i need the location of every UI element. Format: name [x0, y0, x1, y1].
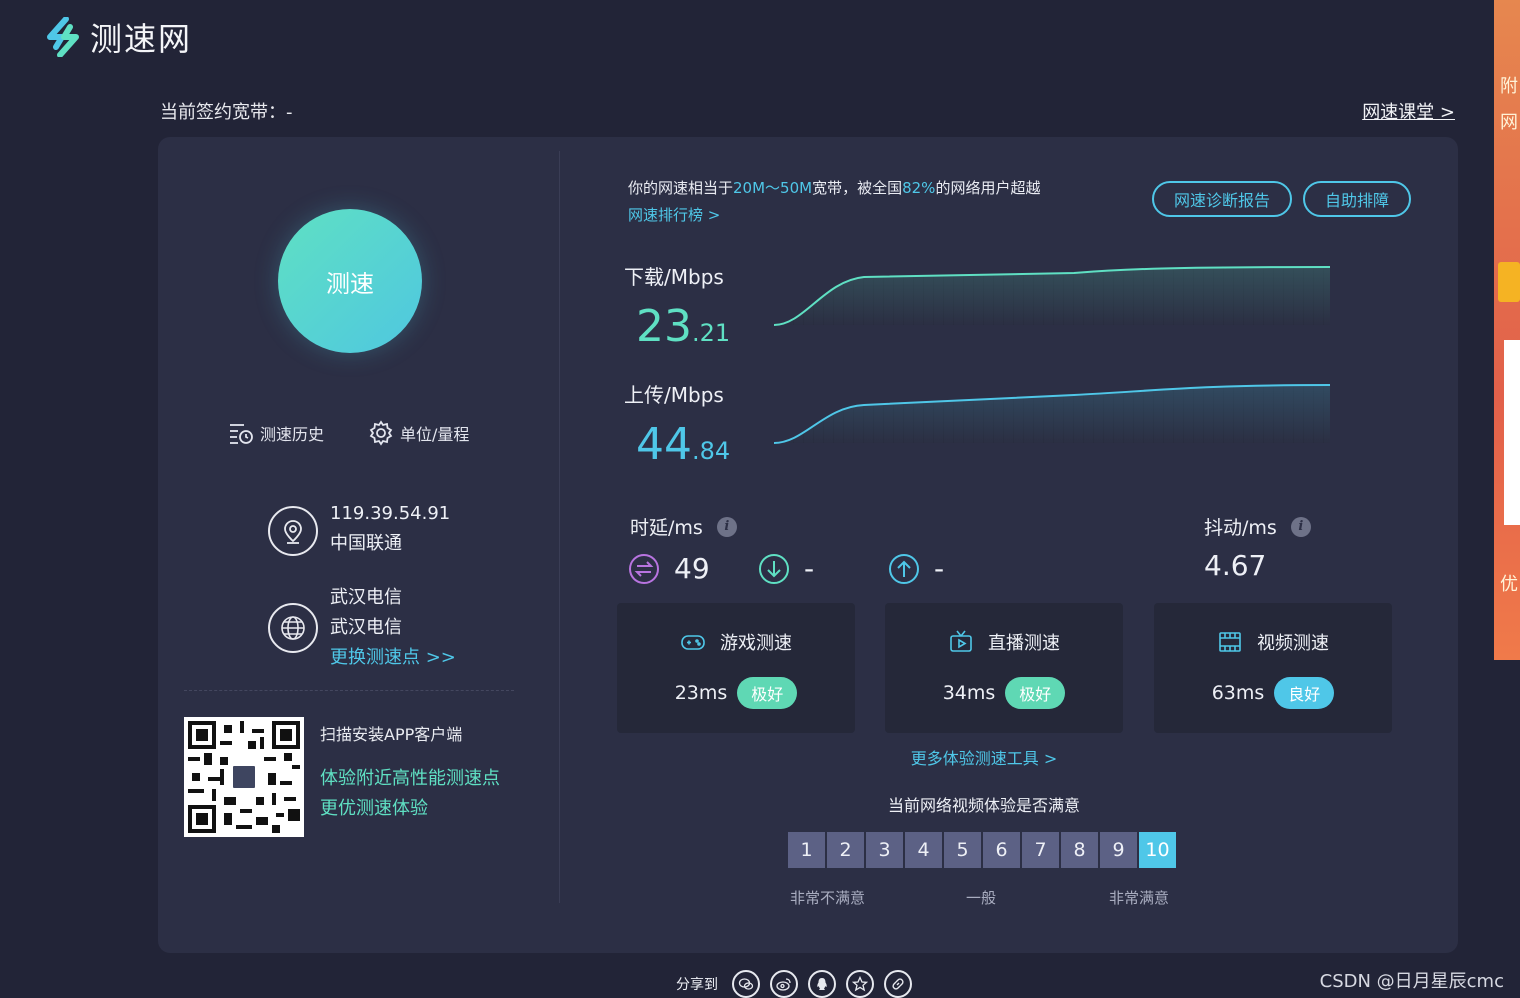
ad-card	[1504, 340, 1520, 525]
rating-option-selected[interactable]: 10	[1139, 832, 1176, 868]
change-server-link[interactable]: 更换测速点 >>	[330, 643, 456, 673]
gamepad-icon	[681, 635, 705, 650]
video-grade-badge: 良好	[1274, 677, 1335, 709]
rating-option[interactable]: 4	[905, 832, 942, 868]
video-test-title: 视频测速	[1257, 633, 1329, 654]
contract-bandwidth: 当前签约宽带：-	[160, 102, 293, 123]
qr-logo	[231, 764, 257, 790]
scale-high-label: 非常满意	[1109, 889, 1170, 907]
jitter-label: 抖动/ms i	[1204, 513, 1311, 540]
video-test-card[interactable]: 视频测速 63ms 良好	[1154, 603, 1392, 733]
logo-text: 测速网	[90, 20, 193, 58]
history-icon	[230, 424, 253, 444]
equivalent-bandwidth: 20M～50M	[733, 179, 813, 197]
upload-value: 44.84	[636, 419, 731, 470]
self-troubleshoot-button[interactable]: 自助排障	[1303, 181, 1411, 217]
latency-label: 时延/ms i	[630, 513, 737, 540]
logo[interactable]: 测速网	[44, 14, 192, 60]
qr-title: 扫描安装APP客户端	[320, 725, 463, 744]
ip-address: 119.39.54.91	[330, 503, 451, 524]
scale-mid-label: 一般	[966, 889, 997, 907]
film-icon	[1219, 632, 1241, 652]
server-city: 武汉电信	[330, 587, 402, 608]
rating-option[interactable]: 6	[983, 832, 1020, 868]
scale-low-label: 非常不满意	[790, 889, 866, 907]
rating-option[interactable]: 8	[1061, 832, 1098, 868]
game-latency: 23ms	[674, 682, 728, 704]
upload-label: 上传/Mbps	[624, 383, 724, 407]
game-test-title: 游戏测速	[720, 633, 792, 654]
live-test-title: 直播测速	[988, 633, 1060, 654]
latency-idle: 49	[628, 552, 710, 585]
game-test-card[interactable]: 游戏测速 23ms 极好	[617, 603, 855, 733]
arrow-up-icon	[889, 553, 919, 584]
ad-text-2: 网	[1500, 112, 1518, 133]
share-label: 分享到	[676, 977, 718, 993]
ad-text-1: 附	[1500, 76, 1518, 97]
qq-icon[interactable]	[808, 970, 836, 998]
rating-option[interactable]: 9	[1100, 832, 1137, 868]
jitter-value: 4.67	[1204, 549, 1267, 582]
isp-name: 中国联通	[330, 533, 402, 554]
live-test-card[interactable]: 直播测速 34ms 极好	[885, 603, 1123, 733]
exchange-icon	[629, 553, 659, 584]
video-latency: 63ms	[1211, 682, 1265, 704]
unit-range-label: 单位/量程	[400, 425, 470, 444]
latency-upload: -	[888, 552, 944, 585]
unit-range-button[interactable]: 单位/量程	[368, 420, 469, 446]
rating-option[interactable]: 1	[788, 832, 825, 868]
latency-info-icon[interactable]: i	[716, 516, 737, 537]
qr-benefit-1: 体验附近高性能测速点	[320, 768, 500, 789]
satisfaction-scale: 1 2 3 4 5 6 7 8 9 10	[788, 832, 1176, 868]
speed-ranking-link[interactable]: 网速排行榜 >	[628, 204, 720, 225]
jitter-info-icon[interactable]: i	[1290, 516, 1311, 537]
gear-icon	[369, 420, 393, 446]
more-tools-link[interactable]: 更多体验测速工具 >	[494, 745, 1474, 769]
speedtest-card: 测速 测速历史 单位/量程 119.39.54.91 中国联通 武汉电信 武汉电…	[158, 137, 1458, 953]
share-bar: 分享到	[676, 970, 912, 998]
download-graph	[774, 266, 1330, 326]
server-info: 武汉电信 武汉电信 更换测速点 >>	[330, 583, 456, 673]
csdn-watermark: CSDN @日月星辰cmc	[1319, 971, 1504, 992]
rating-option[interactable]: 3	[866, 832, 903, 868]
beat-percent: 82%	[902, 179, 936, 197]
survey-question: 当前网络视频体验是否满意	[887, 796, 1080, 815]
side-ad[interactable]: 附 网 优	[1494, 0, 1520, 660]
history-button[interactable]: 测速历史	[228, 420, 324, 446]
diagnosis-report-button[interactable]: 网速诊断报告	[1152, 181, 1292, 217]
rating-option[interactable]: 7	[1022, 832, 1059, 868]
ad-text-3: 优	[1500, 574, 1518, 595]
rating-option[interactable]: 5	[944, 832, 981, 868]
ad-gold-block	[1498, 262, 1520, 302]
qr-benefit-2: 更优测速体验	[320, 798, 428, 819]
weibo-icon[interactable]	[770, 970, 798, 998]
game-grade-badge: 极好	[737, 677, 798, 709]
download-label: 下载/Mbps	[624, 265, 724, 289]
history-label: 测速历史	[260, 425, 325, 444]
ip-info: 119.39.54.91 中国联通	[330, 499, 450, 559]
server-name: 武汉电信	[330, 617, 402, 638]
wechat-icon[interactable]	[732, 970, 760, 998]
live-latency: 34ms	[942, 682, 996, 704]
rating-option[interactable]: 2	[827, 832, 864, 868]
panel-divider	[559, 151, 560, 903]
start-speedtest-button[interactable]: 测速	[278, 209, 422, 353]
qzone-star-icon[interactable]	[846, 970, 874, 998]
latency-download: -	[758, 552, 814, 585]
logo-icon	[47, 17, 79, 57]
speed-summary: 你的网速相当于20M～50M宽带，被全国82%的网络用户超越	[628, 179, 1041, 197]
tv-icon	[950, 630, 972, 652]
app-qr-code	[184, 717, 304, 837]
left-separator	[184, 690, 514, 691]
live-grade-badge: 极好	[1005, 677, 1066, 709]
location-icon	[268, 506, 318, 556]
download-value: 23.21	[636, 301, 731, 352]
globe-icon	[268, 603, 318, 653]
copy-link-icon[interactable]	[884, 970, 912, 998]
speed-course-link[interactable]: 网速课堂 >	[1362, 98, 1455, 124]
upload-graph	[774, 384, 1330, 444]
arrow-down-icon	[759, 553, 789, 584]
